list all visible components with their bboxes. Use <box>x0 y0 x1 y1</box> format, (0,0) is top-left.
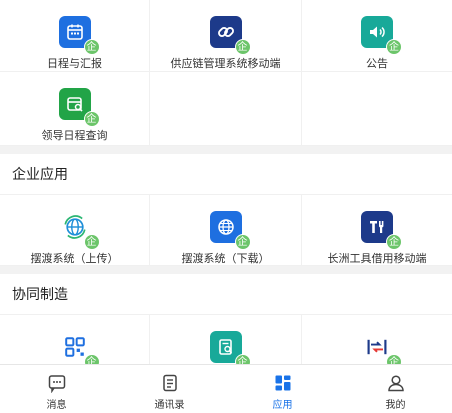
enterprise-badge: 企 <box>386 234 402 250</box>
enterprise-badge: 企 <box>386 39 402 55</box>
grid-cell: 企 公告 <box>302 0 452 72</box>
app-supply-chain[interactable]: 企 供应链管理系统移动端 <box>150 0 301 71</box>
section-title-collab: 协同制造 <box>12 286 68 302</box>
tab-apps[interactable]: 应用 <box>226 365 339 413</box>
app-leader-schedule[interactable]: 企 领导日程查询 <box>0 72 149 143</box>
tab-messages[interactable]: 消息 <box>0 365 113 413</box>
app-qr-scan[interactable]: 企 <box>0 315 149 365</box>
tab-contacts[interactable]: 通讯录 <box>113 365 226 413</box>
grid-cell: 企 供应链管理系统移动端 <box>150 0 302 72</box>
profile-icon <box>387 375 404 392</box>
grid-cell: 企 长洲工具借用移动端 <box>302 194 452 266</box>
app-grid-collab: 企 企 企 <box>0 314 452 366</box>
app-label: 日程与汇报 <box>47 58 102 70</box>
message-icon <box>48 375 65 393</box>
app-announcement[interactable]: 企 公告 <box>302 0 452 71</box>
icon-wrap: 企 <box>58 331 100 365</box>
icon-wrap: 企 <box>58 211 100 250</box>
app-label: 长洲工具借用移动端 <box>327 253 427 265</box>
grid-cell: 企 领导日程查询 <box>0 72 150 146</box>
app-label: 供应链管理系统移动端 <box>170 58 281 70</box>
enterprise-badge: 企 <box>83 111 100 127</box>
grid-cell: 企 摆渡系统（上传） <box>0 194 150 266</box>
icon-wrap: 企 <box>209 16 251 55</box>
tab-label: 应用 <box>272 400 293 411</box>
grid-cell: 企 日程与汇报 <box>0 0 150 72</box>
icon-wrap: 企 <box>58 16 100 55</box>
icon-wrap: 企 <box>361 16 402 55</box>
tab-label: 通讯录 <box>154 400 185 411</box>
tab-label: 我的 <box>385 400 406 411</box>
app-grid-enterprise: 企 摆渡系统（上传） 企 摆渡系统（下载） 企 长洲工具借用移动端 <box>0 194 452 266</box>
icon-wrap: 企 <box>58 88 100 127</box>
icon-wrap: 企 <box>209 211 251 250</box>
icon-wrap: 企 <box>209 331 251 365</box>
app-label: 公告 <box>366 58 388 70</box>
app-label: 摆渡系统（下载） <box>181 253 270 265</box>
app-ferry-upload[interactable]: 企 摆渡系统（上传） <box>0 195 149 266</box>
icon-wrap: 企 <box>361 211 402 250</box>
app-ferry-download[interactable]: 企 摆渡系统（下载） <box>150 195 301 266</box>
grid-cell: 企 <box>0 314 150 366</box>
grid-cell: 企 摆渡系统（下载） <box>150 194 302 266</box>
empty-cell <box>150 72 302 146</box>
app-document-search[interactable]: 企 <box>150 315 301 365</box>
app-schedule-report[interactable]: 企 日程与汇报 <box>0 0 149 71</box>
app-tool-borrow[interactable]: 企 长洲工具借用移动端 <box>302 195 452 266</box>
grid-cell: 企 <box>150 314 302 366</box>
apps-icon <box>275 375 290 391</box>
empty-cell <box>302 72 452 146</box>
enterprise-badge: 企 <box>234 39 251 55</box>
section-divider <box>0 146 452 154</box>
bottom-tab-bar: 消息 通讯录 应用 我的 <box>0 364 452 413</box>
enterprise-badge: 企 <box>234 234 251 250</box>
app-label: 领导日程查询 <box>41 130 108 142</box>
section-divider <box>0 266 452 274</box>
app-transfer[interactable]: 企 <box>302 315 452 365</box>
section-title-enterprise: 企业应用 <box>12 166 68 182</box>
icon-wrap: 企 <box>361 331 402 365</box>
tab-profile[interactable]: 我的 <box>339 365 452 413</box>
contacts-icon <box>162 374 177 392</box>
grid-cell: 企 <box>302 314 452 366</box>
tab-label: 消息 <box>46 400 67 411</box>
enterprise-badge: 企 <box>83 39 100 55</box>
app-grid-top: 企 日程与汇报 企 供应链管理系统移动端 企 公告 企 领导日程查询 <box>0 0 452 146</box>
enterprise-badge: 企 <box>83 234 100 250</box>
app-label: 摆渡系统（上传） <box>30 253 119 265</box>
